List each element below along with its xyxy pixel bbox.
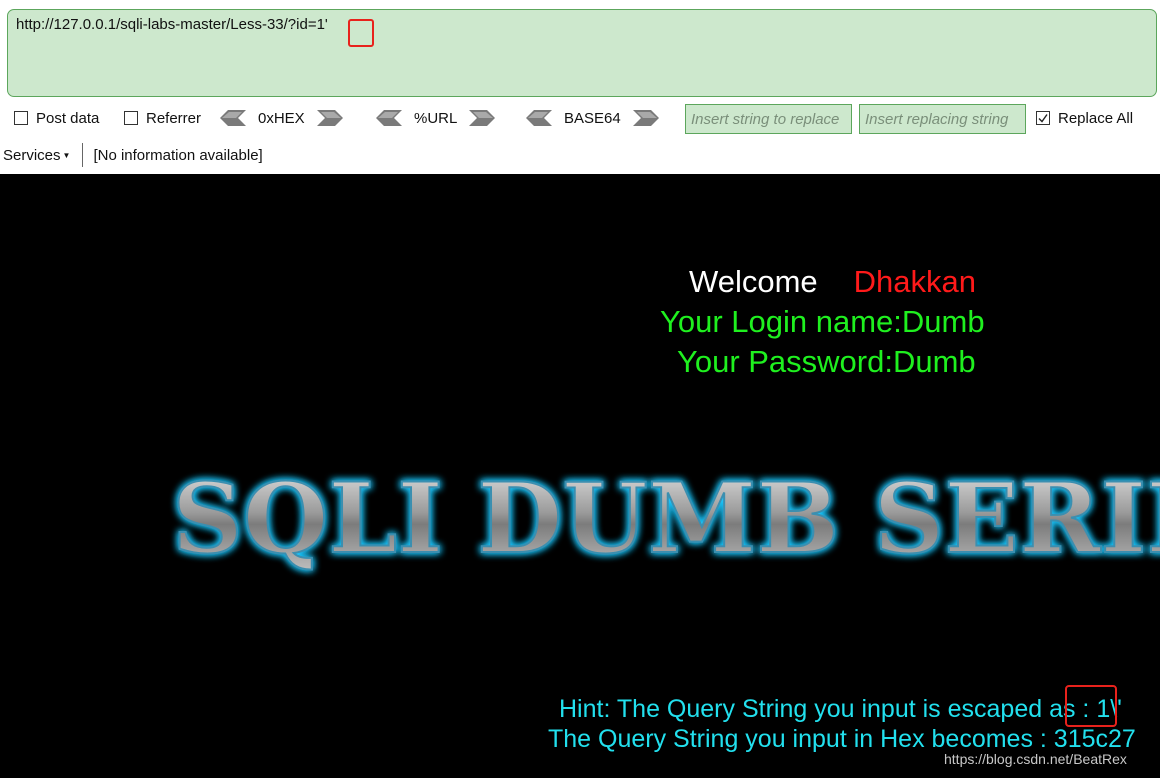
escaped-value-highlight — [1065, 685, 1117, 727]
replacing-string-placeholder: Insert replacing string — [865, 110, 1009, 128]
welcome-line: Welcome Dhakkan — [689, 262, 976, 302]
replacing-string-input[interactable]: Insert replacing string — [859, 104, 1026, 134]
referrer-checkbox[interactable] — [124, 111, 138, 125]
url-label: %URL — [414, 109, 458, 127]
hex-label: 0xHEX — [258, 109, 305, 127]
post-data-toggle[interactable]: Post data — [14, 104, 99, 132]
banner-text: SQLI DUMB SERIES — [172, 464, 1160, 575]
replace-all-label: Replace All — [1058, 109, 1134, 127]
hex-hint-line: The Query String you input in Hex become… — [548, 725, 1136, 753]
url-param-highlight — [348, 19, 374, 47]
referrer-toggle[interactable]: Referrer — [124, 104, 201, 132]
post-data-label: Post data — [36, 109, 100, 127]
hex-encoder: 0xHEX — [220, 104, 343, 132]
replace-all-toggle[interactable]: Replace All — [1036, 104, 1133, 132]
hex-decode-arrow-icon[interactable] — [220, 110, 246, 126]
watermark: https://blog.csdn.net/BeatRex — [944, 751, 1127, 767]
hackbar-tool-row: Post data Referrer 0xHEX %URL BASE64 Ins… — [0, 104, 1160, 134]
page-viewport: Welcome Dhakkan Your Login name:Dumb Your… — [0, 174, 1160, 778]
dropdown-caret-icon: ▼ — [62, 150, 71, 160]
hex-encode-arrow-icon[interactable] — [316, 110, 343, 126]
base64-encode-arrow-icon[interactable] — [632, 110, 659, 126]
welcome-text: Welcome — [689, 264, 818, 299]
services-menu-button[interactable]: Services ▼ — [0, 147, 70, 164]
base64-decode-arrow-icon[interactable] — [526, 110, 552, 126]
services-info: [No information available] — [93, 146, 263, 164]
services-label: Services — [3, 146, 61, 164]
password-line: Your Password:Dumb — [677, 344, 976, 379]
sqli-dumb-series-banner: SQLI DUMB SERIES — [171, 464, 1160, 576]
services-divider — [82, 143, 84, 167]
escaped-hint-line: Hint: The Query String you input is esca… — [559, 695, 1122, 723]
replace-all-checkbox[interactable] — [1036, 111, 1050, 125]
post-data-checkbox[interactable] — [14, 111, 28, 125]
user-name: Dhakkan — [853, 264, 976, 299]
replace-string-placeholder: Insert string to replace — [691, 110, 840, 128]
url-decode-arrow-icon[interactable] — [376, 110, 402, 126]
url-encoder: %URL — [376, 104, 496, 132]
login-name-line: Your Login name:Dumb — [660, 304, 985, 339]
url-encode-arrow-icon[interactable] — [469, 110, 496, 126]
base64-label: BASE64 — [564, 109, 621, 127]
referrer-label: Referrer — [146, 109, 202, 127]
checkmark-icon — [1038, 114, 1048, 123]
replace-string-input[interactable]: Insert string to replace — [685, 104, 852, 134]
url-text: http://127.0.0.1/sqli-labs-master/Less-3… — [16, 16, 328, 33]
base64-encoder: BASE64 — [526, 104, 659, 132]
services-bar: Services ▼ [No information available] — [0, 142, 1160, 168]
url-textarea[interactable]: http://127.0.0.1/sqli-labs-master/Less-3… — [7, 9, 1157, 97]
